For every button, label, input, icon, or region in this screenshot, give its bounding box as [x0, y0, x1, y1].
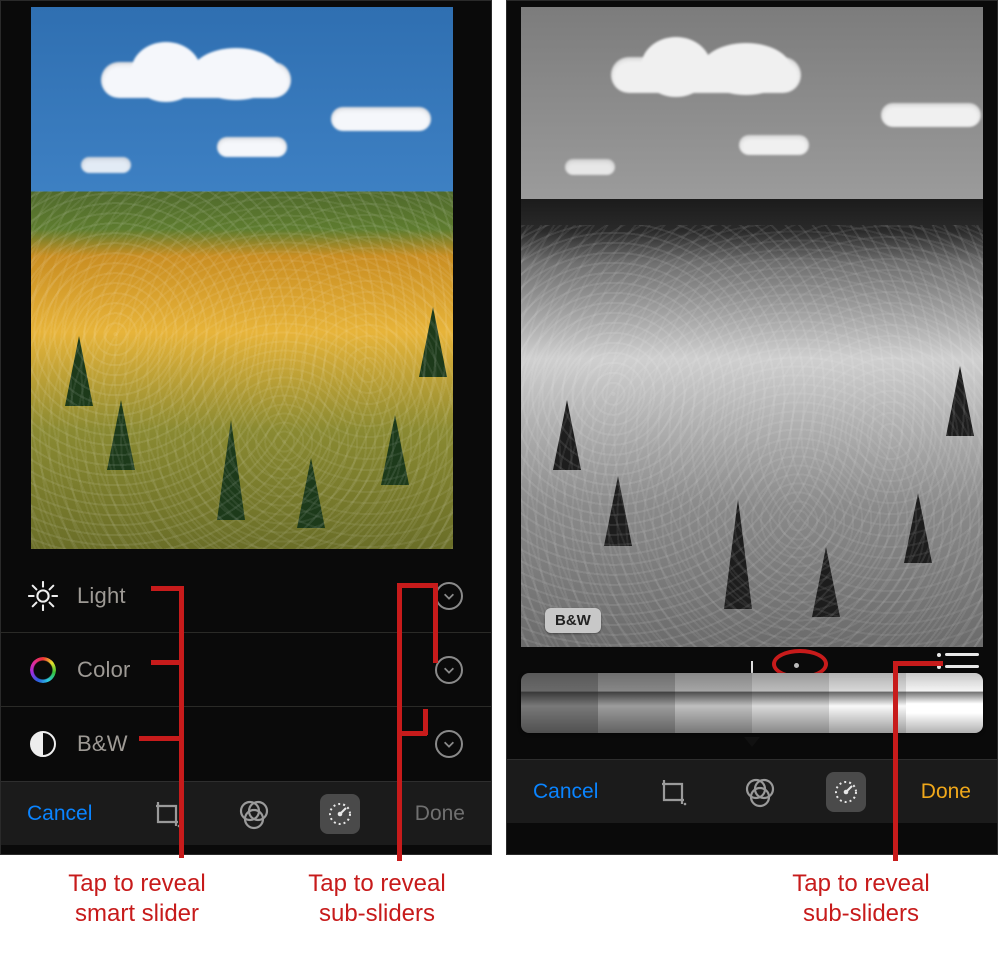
filters-icon[interactable]: [234, 794, 274, 834]
adjust-dial-icon[interactable]: [320, 794, 360, 834]
chevron-down-icon[interactable]: [435, 656, 463, 684]
smart-slider[interactable]: [561, 665, 943, 741]
slider-thumb[interactable]: [675, 673, 752, 733]
slider-thumbnails[interactable]: [521, 673, 983, 733]
cloud-shape: [331, 107, 431, 131]
cloud-shape: [565, 159, 615, 175]
foliage-texture: [31, 191, 453, 549]
slider-thumb[interactable]: [521, 673, 598, 733]
toolbar-tools: [148, 794, 360, 834]
toolbar: Cancel: [507, 759, 997, 823]
row-bw[interactable]: B&W: [1, 707, 491, 781]
screenshot-pair: Light Color B&W: [0, 0, 1000, 855]
row-light[interactable]: Light: [1, 559, 491, 633]
slider-thumb[interactable]: [752, 673, 829, 733]
phone-left: Light Color B&W: [0, 0, 492, 855]
cloud-shape: [881, 103, 981, 127]
row-color[interactable]: Color: [1, 633, 491, 707]
row-color-label: Color: [65, 657, 435, 683]
cloud-shape: [611, 57, 801, 93]
photo-preview[interactable]: [31, 7, 453, 549]
slider-thumb[interactable]: [829, 673, 906, 733]
filters-icon[interactable]: [740, 772, 780, 812]
caption-right: Tap to revealsub-sliders: [736, 869, 986, 929]
color-ring-icon: [21, 657, 65, 683]
bw-badge: B&W: [545, 608, 601, 633]
cloud-shape: [217, 137, 287, 157]
crop-icon[interactable]: [654, 772, 694, 812]
chevron-down-icon[interactable]: [435, 582, 463, 610]
done-button[interactable]: Done: [409, 801, 471, 827]
sun-icon: [21, 581, 65, 611]
done-button[interactable]: Done: [915, 779, 977, 805]
row-light-label: Light: [65, 583, 435, 609]
bw-circle-icon: [21, 731, 65, 757]
slider-thumb[interactable]: [906, 673, 983, 733]
toolbar: Cancel: [1, 781, 491, 845]
slider-thumb[interactable]: [598, 673, 675, 733]
cloud-shape: [81, 157, 131, 173]
cloud-shape: [739, 135, 809, 155]
adjustment-rows: Light Color B&W: [1, 549, 491, 781]
foliage-texture: [521, 225, 983, 647]
row-bw-label: B&W: [65, 731, 435, 757]
crop-icon[interactable]: [148, 794, 188, 834]
slider-caret: [744, 737, 760, 747]
original-dot: [794, 663, 799, 668]
captions: Tap to revealsmart slider Tap to reveals…: [0, 855, 1000, 929]
chevron-down-icon[interactable]: [435, 730, 463, 758]
cancel-button[interactable]: Cancel: [527, 779, 604, 805]
cancel-button[interactable]: Cancel: [21, 801, 98, 827]
cloud-shape: [101, 62, 291, 98]
caption-left: Tap to revealsmart slider: [22, 869, 252, 929]
toolbar-tools: [654, 772, 866, 812]
slider-tick: [751, 661, 753, 673]
adjust-dial-icon[interactable]: [826, 772, 866, 812]
phone-right: B&W Cancel: [506, 0, 998, 855]
caption-mid: Tap to revealsub-sliders: [262, 869, 492, 929]
photo-preview-bw[interactable]: B&W: [521, 7, 983, 647]
